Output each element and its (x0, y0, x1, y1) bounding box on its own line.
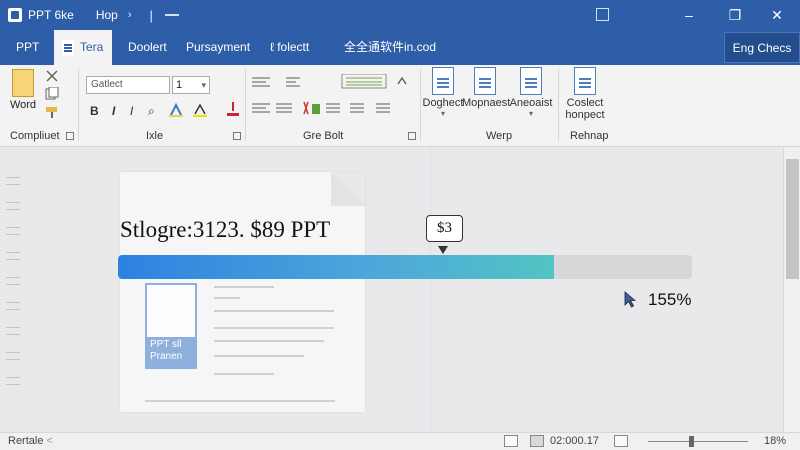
zoom-level[interactable]: 18% (764, 435, 786, 447)
tab-doolert[interactable]: Doolert (128, 30, 168, 65)
status-left-text: Rertale < (8, 435, 53, 447)
document-icon (520, 67, 542, 95)
highlight-icon[interactable] (168, 103, 184, 117)
status-time: 02:000.17 (550, 435, 599, 447)
italic-button[interactable]: I (112, 104, 115, 118)
font-size-select[interactable]: 1 (172, 76, 210, 94)
tab-folectt[interactable]: ℓ folectt (270, 30, 326, 65)
title-bar: PPT 6ke Hop › | – ❐ ✕ (0, 0, 800, 30)
text-line (214, 327, 334, 329)
vertical-scrollbar[interactable] (783, 147, 800, 432)
text-line (214, 340, 324, 342)
zoom-slider-knob[interactable] (689, 436, 694, 447)
progress-label: Stlogre:3123. $89 PPT (120, 217, 331, 242)
ribbon-tab-bar: PPT Tera Doolert Pursayment ℓ folectt 全全… (0, 30, 800, 65)
embedded-document-thumbnail: PPT sll Pranen (145, 283, 197, 369)
progress-tooltip: $3 (426, 215, 463, 242)
page-divider (430, 147, 431, 432)
share-button[interactable]: Eng Checs (724, 32, 800, 63)
text-line (214, 355, 304, 357)
document-icon (474, 67, 496, 95)
ribbon-separator (245, 69, 246, 141)
paste-icon (12, 69, 34, 97)
percent-label: 155% (648, 290, 692, 309)
document-icon (62, 40, 74, 56)
page-fold (331, 172, 365, 206)
web-layout-button[interactable] (614, 435, 628, 447)
text-color-icon[interactable] (226, 101, 240, 117)
document-icon (574, 67, 596, 95)
status-bar: Rertale < 02:000.17 18% (0, 432, 800, 450)
vertical-ruler (0, 147, 30, 432)
progress-fill (118, 255, 555, 279)
minimize-button[interactable]: – (666, 0, 712, 30)
paragraph-tools (252, 74, 407, 115)
italic-alt-button[interactable]: I (130, 104, 133, 118)
group-label-font: Ixle (146, 130, 164, 142)
tab-ppt[interactable]: PPT (10, 30, 50, 65)
group-label-rehnap: Rehnap (570, 130, 609, 142)
read-mode-button[interactable] (504, 435, 518, 447)
format-painter-icon[interactable] (44, 105, 60, 119)
aneoaist-button[interactable]: Aneoaist ▾ (508, 67, 554, 118)
quick-access-forward[interactable]: › (128, 9, 132, 21)
text-line (145, 400, 335, 402)
mopnaest-button[interactable]: Mopnaest (462, 67, 510, 109)
restore-button[interactable]: ❐ (712, 0, 758, 30)
help-menu[interactable]: Hop (96, 8, 118, 22)
text-line (214, 373, 274, 375)
thumbnail-text: PPT sll (150, 339, 182, 350)
font-launcher-icon[interactable] (233, 132, 241, 140)
copy-icon[interactable] (44, 87, 60, 101)
text-line (214, 286, 274, 288)
coslect-button[interactable]: Coslect honpect (562, 67, 608, 121)
scrollbar-thumb[interactable] (786, 159, 799, 279)
progress-bar (118, 255, 692, 279)
tab-software[interactable]: 全全通软件in.cod (344, 30, 444, 65)
group-label-clipboard: Compliuet (10, 130, 60, 142)
ribbon-separator (78, 69, 79, 141)
text-line (214, 297, 240, 299)
tab-pursayment[interactable]: Pursayment (186, 30, 256, 65)
font-name-select[interactable]: Gatlect (86, 76, 170, 94)
font-color-icon[interactable] (192, 103, 208, 117)
layout-icon[interactable] (596, 8, 609, 21)
text-line (214, 310, 334, 312)
quick-access-separator: | (149, 7, 153, 23)
print-layout-button[interactable] (530, 435, 544, 447)
find-button[interactable]: ⌕ (148, 104, 155, 119)
close-button[interactable]: ✕ (754, 0, 800, 30)
cut-icon[interactable] (44, 69, 60, 83)
paragraph-launcher-icon[interactable] (408, 132, 416, 140)
clipboard-launcher-icon[interactable] (66, 132, 74, 140)
word-button[interactable]: Word (8, 69, 38, 117)
document-icon (432, 67, 454, 95)
tooltip-pointer-icon (438, 246, 448, 254)
tab-tera[interactable]: Tera (54, 30, 112, 65)
quick-access-menu-icon[interactable] (164, 14, 179, 16)
group-label-werp: Werp (486, 130, 513, 142)
doghect-button[interactable]: Doghect ▾ (420, 67, 466, 118)
app-title: PPT 6ke (28, 8, 74, 22)
ribbon-separator (558, 69, 559, 141)
app-logo-icon (8, 8, 22, 22)
thumbnail-text: Pranen (150, 351, 183, 362)
bold-button[interactable]: B (90, 104, 99, 118)
mouse-pointer-icon (624, 291, 637, 308)
zoom-slider[interactable] (648, 441, 748, 442)
group-label-paragraph: Gre Bolt (303, 130, 344, 142)
